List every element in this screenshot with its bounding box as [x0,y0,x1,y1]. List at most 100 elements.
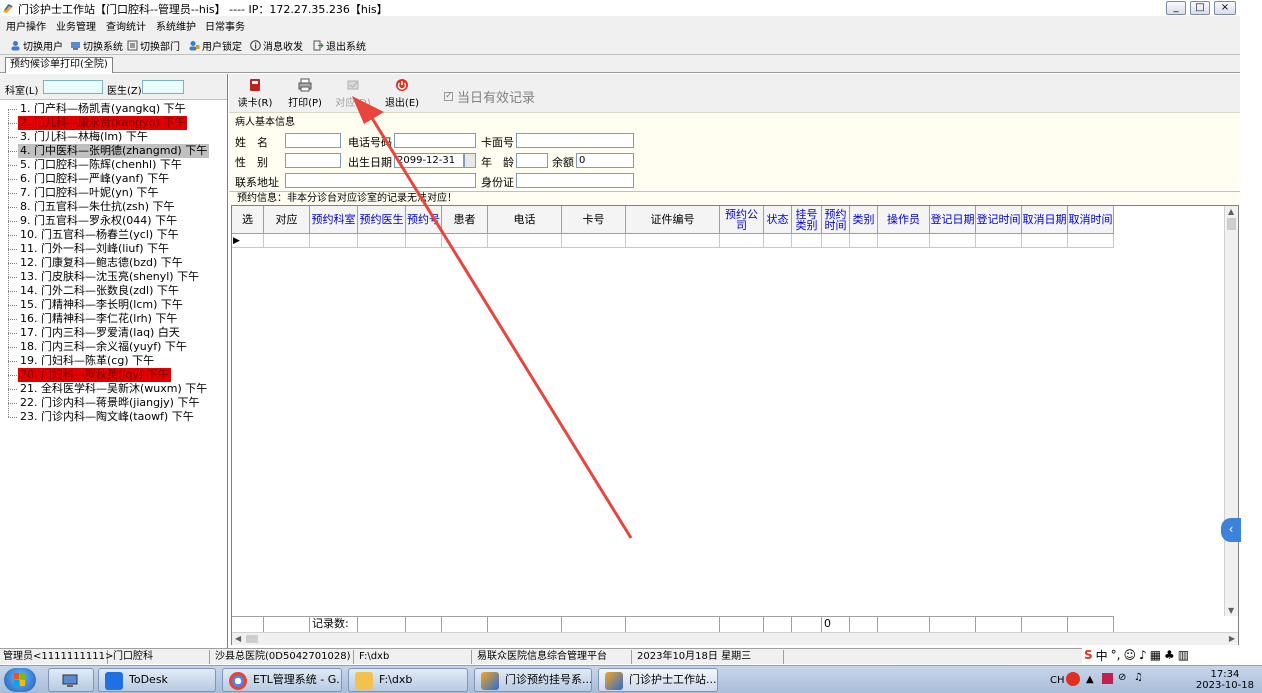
emoji-icon[interactable]: ☺ [1124,648,1137,662]
column-header[interactable]: 状态 [764,206,792,234]
collapse-side-button[interactable]: ‹ [1221,518,1241,542]
name-field[interactable] [285,133,341,148]
list-item[interactable]: 17. 门内三科—罗爱清(laq) 白天 [8,326,223,340]
grid-cell[interactable]: ▶ [232,234,264,248]
taskbar-nurse-station[interactable]: 门诊护士工作站... [598,668,718,692]
exit-button[interactable]: 退出(E) [382,76,422,109]
list-item[interactable]: 19. 门妇科—陈革(cg) 下午 [8,354,223,368]
volume-icon[interactable]: ♫ [1134,672,1143,683]
birth-field[interactable]: 2099-12-31 [394,153,464,168]
keyboard-icon[interactable]: ▦ [1150,648,1161,662]
grid-cell[interactable] [442,234,488,248]
age-field[interactable] [516,153,548,168]
list-item[interactable]: 5. 门口腔科—陈辉(chenhl) 下午 [8,158,223,172]
match-button[interactable]: 对应(D) [333,76,373,109]
exit-system-button[interactable]: 退出系统 [313,38,366,53]
skin-icon[interactable]: ♣ [1164,648,1175,662]
list-item[interactable]: 18. 门内三科—余义福(yuyf) 下午 [8,340,223,354]
list-item[interactable]: 4. 门中医科—张明德(zhangmd) 下午 [8,144,223,158]
grid-cell[interactable] [764,234,792,248]
column-header[interactable]: 预约时间 [822,206,850,234]
mic-icon[interactable]: ♪ [1139,648,1147,662]
taskbar-todesk[interactable]: ToDesk [98,668,216,692]
clock[interactable]: 17:34 2023-10-18 [1196,669,1254,691]
grid-cell[interactable] [792,234,822,248]
phone-field[interactable] [394,133,476,148]
maximize-button[interactable]: □ [1190,1,1210,15]
toolbox-icon[interactable]: ▥ [1178,648,1189,662]
print-button[interactable]: 打印(P) [285,76,325,109]
list-item[interactable]: 20. 门妇科—罗秋英(lqy) 下午 [8,368,223,382]
scroll-down-icon[interactable]: ▼ [1228,606,1234,615]
taskbar-folder[interactable]: F:\dxb [348,668,468,692]
column-header[interactable]: 取消时间 [1068,206,1114,234]
grid-cell[interactable] [626,234,720,248]
user-lock-button[interactable]: 用户锁定 [189,38,242,53]
column-header[interactable]: 挂号类别 [792,206,822,234]
list-item[interactable]: 6. 门口腔科—严峰(yanf) 下午 [8,172,223,186]
sex-field[interactable] [285,153,341,168]
grid-cell[interactable] [1022,234,1068,248]
column-header[interactable]: 预约号 [406,206,442,234]
list-item[interactable]: 2. 门儿科—康永贵(kangyg) 下午 [8,116,223,130]
menu-query-stats[interactable]: 查询统计 [106,18,146,33]
switch-user-button[interactable]: 切换用户 [10,38,63,53]
grid-cell[interactable] [406,234,442,248]
list-item[interactable]: 23. 门诊内科—陶文峰(taowf) 下午 [8,410,223,424]
tray-expand-icon[interactable]: ▲ [1086,674,1094,685]
list-item[interactable]: 12. 门康复科—鲍志德(bzd) 下午 [8,256,223,270]
menu-business[interactable]: 业务管理 [56,18,96,33]
grid-cell[interactable] [720,234,764,248]
dept-input[interactable] [43,80,103,94]
vertical-scrollbar[interactable]: ▲ ▼ [1224,206,1238,616]
column-header[interactable]: 预约医生 [358,206,406,234]
grid-cell[interactable] [1068,234,1114,248]
list-item[interactable]: 9. 门五官科—罗永权(044) 下午 [8,214,223,228]
list-item[interactable]: 15. 门精神科—李长明(lcm) 下午 [8,298,223,312]
tray-app-icon[interactable] [1102,673,1113,684]
switch-system-button[interactable]: 切换系统 [70,38,123,53]
balance-field[interactable]: 0 [576,153,634,168]
scroll-thumb[interactable] [1227,218,1236,230]
list-item[interactable]: 11. 门外一科—刘峰(liuf) 下午 [8,242,223,256]
grid-cell[interactable] [488,234,562,248]
list-item[interactable]: 22. 门诊内科—蒋景晔(jiangjy) 下午 [8,396,223,410]
taskbar-computer[interactable] [48,668,94,692]
today-valid-checkbox[interactable]: ✓ 当日有效记录 [444,87,535,106]
taskbar-booking[interactable]: 门诊预约挂号系... [474,668,592,692]
start-button[interactable] [4,668,36,692]
lang-indicator[interactable]: CH [1050,675,1065,686]
list-item[interactable]: 10. 门五官科—杨春兰(ycl) 下午 [8,228,223,242]
column-header[interactable]: 预约科室 [310,206,358,234]
list-item[interactable]: 7. 门口腔科—叶妮(yn) 下午 [8,186,223,200]
minimize-button[interactable]: _ [1166,1,1186,15]
address-field[interactable] [285,173,476,188]
list-item[interactable]: 8. 门五官科—朱仕抗(zsh) 下午 [8,200,223,214]
column-header[interactable]: 对应 [264,206,310,234]
close-button[interactable]: × [1214,1,1236,15]
grid-cell[interactable] [878,234,930,248]
scroll-right-icon[interactable]: ▶ [1229,634,1235,643]
column-header[interactable]: 预约公司 [720,206,764,234]
menu-user-ops[interactable]: 用户操作 [6,18,46,33]
ime-mode[interactable]: 中 [1096,647,1108,664]
horizontal-scrollbar[interactable]: ◀ ▶ [232,632,1238,645]
column-header[interactable]: 证件编号 [626,206,720,234]
menu-system-maint[interactable]: 系统维护 [156,18,196,33]
sogou-tray-icon[interactable] [1066,672,1080,686]
column-header[interactable]: 登记日期 [930,206,976,234]
column-header[interactable]: 卡号 [562,206,626,234]
column-header[interactable]: 电话 [488,206,562,234]
message-button[interactable]: 消息收发 [250,38,303,53]
column-header[interactable]: 登记时间 [976,206,1022,234]
punct-icon[interactable]: °, [1111,648,1121,662]
taskbar-etl[interactable]: ETL管理系统 - G... [222,668,342,692]
network-icon[interactable]: ⊘ [1118,672,1126,683]
column-header[interactable]: 选 [232,206,264,234]
switch-department-button[interactable]: 切换部门 [127,38,180,53]
column-header[interactable]: 类别 [850,206,878,234]
list-item[interactable]: 14. 门外二科—张数良(zdl) 下午 [8,284,223,298]
list-item[interactable]: 1. 门产科—杨凯青(yangkq) 下午 [8,102,223,116]
grid-cell[interactable] [822,234,850,248]
scroll-up-icon[interactable]: ▲ [1228,207,1234,216]
